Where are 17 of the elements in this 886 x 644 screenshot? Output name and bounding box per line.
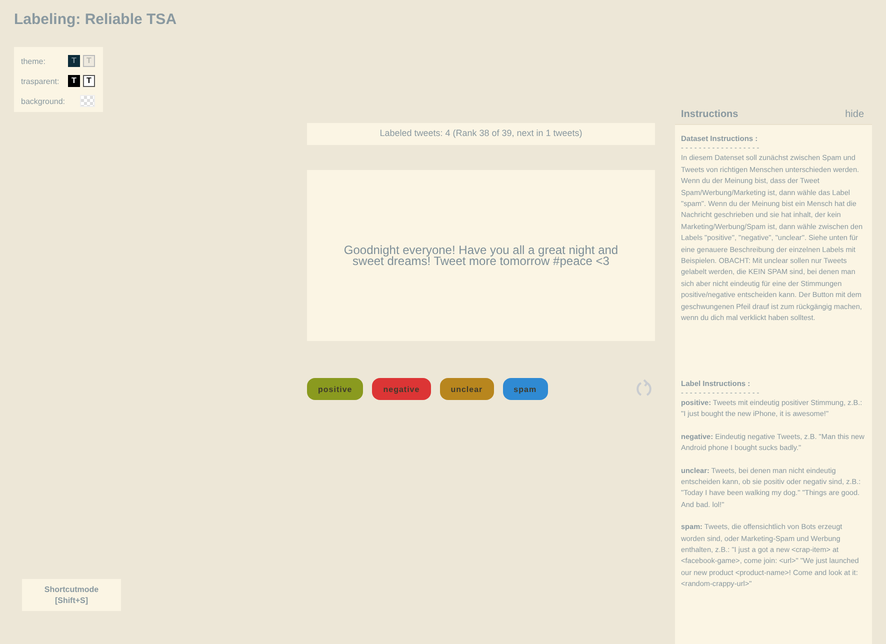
hide-link[interactable]: hide bbox=[845, 109, 864, 120]
theme-swatch[interactable]: T bbox=[83, 75, 95, 87]
background-swatch[interactable] bbox=[80, 95, 95, 107]
theme-swatch[interactable]: T bbox=[68, 55, 80, 67]
setting-label: trasparent: bbox=[21, 76, 60, 86]
shortcut-mode-button[interactable]: Shortcutmode [Shift+S] bbox=[22, 579, 121, 611]
status-bar: Labeled tweets: 4 (Rank 38 of 39, next in 1 tweets) bbox=[307, 123, 655, 145]
label-button[interactable]: spam bbox=[502, 378, 548, 400]
instructions-title: Instructions bbox=[681, 109, 738, 120]
page-title: Labeling: Reliable TSA bbox=[13, 10, 178, 30]
theme-swatch[interactable]: T bbox=[68, 75, 80, 87]
label-button[interactable]: positive bbox=[307, 378, 364, 400]
setting-label: background: bbox=[21, 96, 66, 106]
label-button[interactable]: negative bbox=[372, 378, 431, 400]
setting-label: theme: bbox=[21, 56, 46, 66]
label-button[interactable]: unclear bbox=[440, 378, 494, 400]
tweet-text: Goodnight everyone! Have you all a great night and sweet dreams! Tweet more tomorrow #peace <3 bbox=[342, 244, 620, 266]
